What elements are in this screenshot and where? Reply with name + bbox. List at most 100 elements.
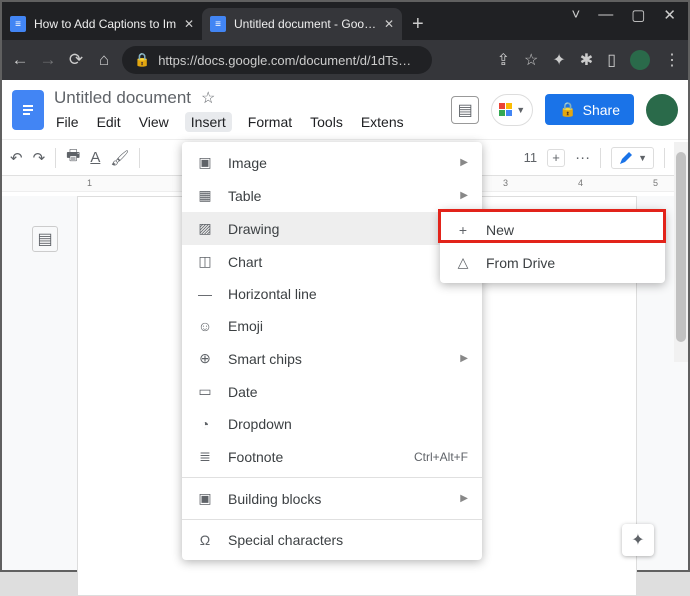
outline-toggle-icon[interactable]: ▤ [32,226,58,252]
docs-favicon: ≡ [210,16,226,32]
submenu-arrow-icon: ▶ [460,353,468,364]
spellcheck-icon[interactable]: A [90,149,100,166]
caret-down-icon: ▼ [516,105,525,115]
insert-drawing[interactable]: ▨Drawing▶ [182,212,482,245]
puzzle-icon[interactable]: ✱ [580,50,593,70]
paint-format-icon[interactable]: 🖌 [110,149,129,167]
meet-button[interactable]: ▼ [491,94,533,126]
font-size[interactable]: 11 [524,150,538,165]
drawing-from-drive[interactable]: △From Drive [440,246,665,279]
new-tab-button[interactable]: + [402,8,434,40]
window-controls: ˅ — ▢ ✕ [571,6,676,24]
tab-untitled[interactable]: ≡ Untitled document - Google ✕ [202,8,402,40]
tab-close-icon[interactable]: ✕ [184,17,194,31]
print-icon[interactable]: 🖶 [66,145,80,170]
drive-icon: △ [454,254,472,271]
insert-date[interactable]: ▭Date [182,375,482,408]
font-size-plus[interactable]: + [547,149,565,167]
star-icon[interactable]: ☆ [201,88,215,108]
insert-dropdown[interactable]: ◔ Dropdown [182,408,482,440]
drawing-icon: ▨ [196,220,214,237]
insert-smartchips[interactable]: ⊕Smart chips▶ [182,342,482,375]
emoji-icon: ☺ [196,318,214,334]
tab-howto[interactable]: ≡ How to Add Captions to Im ✕ [2,8,202,40]
menu-label: Drawing [228,221,279,237]
menu-label: Horizontal line [228,286,317,302]
extension-icon[interactable]: ✦ [552,50,565,70]
more-toolbar-icon[interactable]: ··· [575,149,590,166]
account-avatar[interactable] [646,94,678,126]
insert-table[interactable]: ▦Table▶ [182,179,482,212]
browser-actions: ⇪ ☆ ✦ ✱ ▯ ⋮ [497,50,680,70]
undo-icon[interactable]: ↶ [10,149,23,167]
menu-label: Image [228,155,267,171]
menu-extensions[interactable]: Extens [359,112,406,132]
tab-close-icon[interactable]: ✕ [384,17,394,31]
image-icon: ▣ [196,154,214,171]
address-bar: ← → ⟳ ⌂ 🔒 https://docs.google.com/docume… [2,40,688,80]
doc-title[interactable]: Untitled document [54,88,191,108]
back-icon[interactable]: ← [10,50,30,70]
forward-icon[interactable]: → [38,50,58,70]
kebab-menu-icon[interactable]: ⋮ [664,50,680,70]
comments-icon[interactable]: ▤ [451,96,479,124]
submenu-arrow-icon: ▶ [460,493,468,504]
insert-special-chars[interactable]: Ω Special characters [182,524,482,556]
insert-chart[interactable]: ◫Chart▶ [182,245,482,278]
menubar: File Edit View Insert Format Tools Exten… [54,112,441,132]
dropdown-icon: ◔ [196,416,214,432]
insert-image[interactable]: ▣Image▶ [182,146,482,179]
tabs-icon[interactable]: ▯ [607,50,616,70]
home-icon[interactable]: ⌂ [94,50,114,70]
chevron-down-icon[interactable]: ˅ [571,6,580,24]
ruler-mark: 4 [578,178,583,188]
menu-format[interactable]: Format [246,112,294,132]
menu-edit[interactable]: Edit [95,112,123,132]
ruler-mark: 5 [653,178,658,188]
tab-label: How to Add Captions to Im [34,17,178,31]
menu-insert[interactable]: Insert [185,112,232,132]
menu-view[interactable]: View [137,112,171,132]
omnibox[interactable]: 🔒 https://docs.google.com/document/d/1dT… [122,46,432,74]
menu-label: Dropdown [228,416,292,432]
doc-meta: Untitled document ☆ File Edit View Inser… [54,88,441,132]
smartchips-icon: ⊕ [196,350,214,367]
bookmark-star-icon[interactable]: ☆ [524,50,538,70]
menu-label: Emoji [228,318,263,334]
reload-icon[interactable]: ⟳ [66,50,86,70]
url-text: https://docs.google.com/document/d/1dTsW… [158,53,420,68]
drawing-submenu: +New △From Drive [440,210,665,283]
insert-menu: ▣Image▶ ▦Table▶ ▨Drawing▶ ◫Chart▶ —Horiz… [182,142,482,560]
lock-icon: 🔒 [134,52,150,68]
menu-tools[interactable]: Tools [308,112,345,132]
minimize-icon[interactable]: — [598,6,613,24]
docs-logo-icon[interactable] [12,90,44,130]
share-button[interactable]: 🔒 Share [545,94,634,125]
editing-mode-button[interactable]: ▼ [611,147,654,169]
share-icon[interactable]: ⇪ [497,50,510,70]
lock-icon: 🔒 [559,101,576,118]
maximize-icon[interactable]: ▢ [631,6,645,24]
menu-label: Special characters [228,532,343,548]
caret-down-icon: ▼ [638,153,647,163]
insert-footnote[interactable]: ≣FootnoteCtrl+Alt+F [182,440,482,473]
submenu-arrow-icon: ▶ [460,190,468,201]
insert-emoji[interactable]: ☺ Emoji [182,310,482,342]
insert-building-blocks[interactable]: ▣Building blocks▶ [182,482,482,515]
hr-icon: — [196,286,214,302]
blocks-icon: ▣ [196,490,214,507]
profile-avatar[interactable] [630,50,650,70]
explore-button[interactable]: ✦ [622,524,654,556]
insert-hr[interactable]: — Horizontal line [182,278,482,310]
browser-window: ˅ — ▢ ✕ ≡ How to Add Captions to Im ✕ ≡ … [2,2,688,570]
share-label: Share [583,102,620,118]
drawing-new[interactable]: +New [440,214,665,246]
menu-label: Footnote [228,449,283,465]
menu-scrollbar[interactable] [674,142,688,362]
omega-icon: Ω [196,532,214,548]
close-icon[interactable]: ✕ [663,6,676,24]
menu-file[interactable]: File [54,112,81,132]
redo-icon[interactable]: ↷ [33,149,46,167]
menu-label: Table [228,188,261,204]
menu-label: Date [228,384,258,400]
